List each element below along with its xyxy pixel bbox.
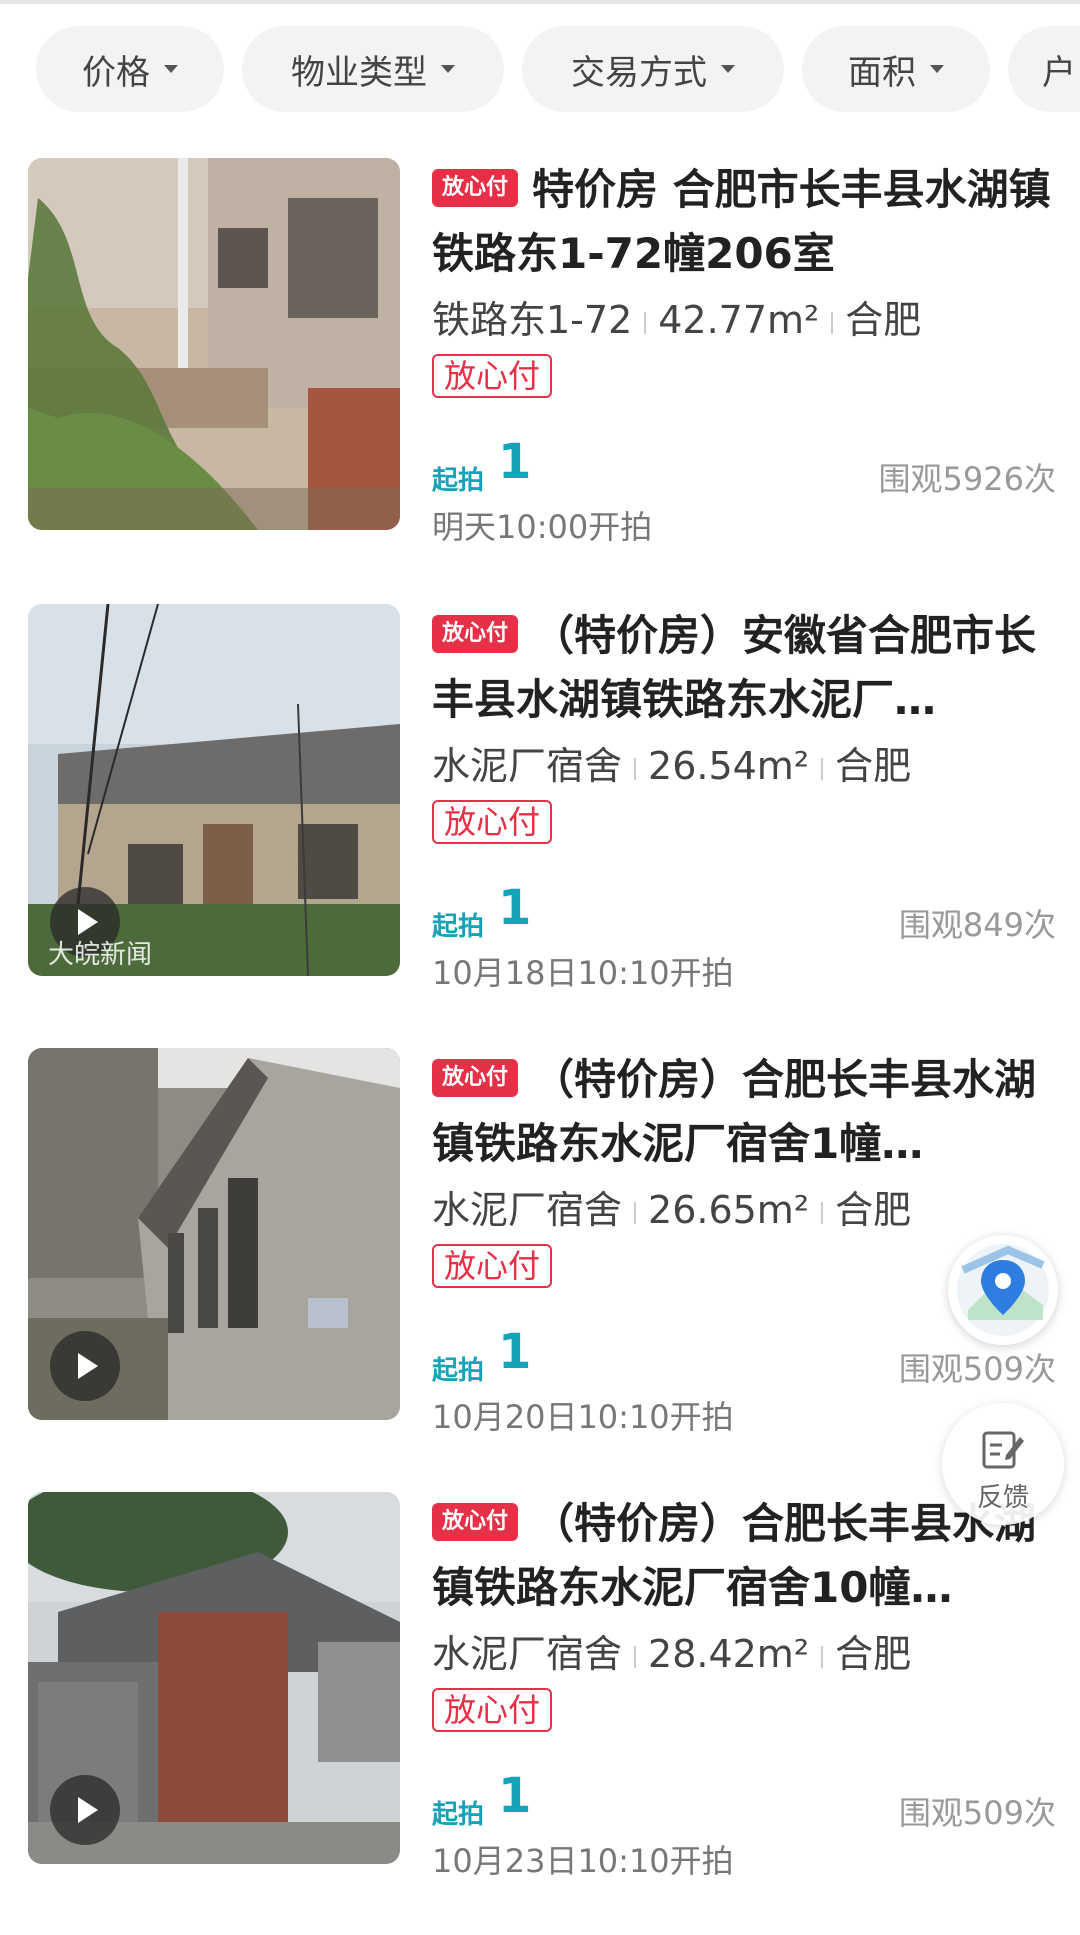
city: 合肥 <box>845 298 922 342</box>
listing-info: 放心付 （特价房）合肥长丰县水湖镇铁路东水泥厂宿舍10幢… 水泥厂宿舍 28.42m… <box>432 1492 1072 1880</box>
filter-label: 户 <box>1042 52 1076 93</box>
start-price-label: 起拍 <box>432 912 485 942</box>
auction-start-time: 明天10:00开拍 <box>432 508 653 546</box>
price-row: 起拍 1 围观509次 <box>432 1768 1072 1836</box>
feedback-label: 反馈 <box>976 1483 1029 1513</box>
listing-info: 放心付 特价房 合肥市长丰县水湖镇铁路东1-72幢206室 铁路东1-72 42.7… <box>432 158 1072 546</box>
caret-down-icon <box>930 65 944 73</box>
secure-pay-badge: 放心付 <box>432 354 553 398</box>
community-name: 水泥厂宿舍 <box>432 1632 623 1676</box>
start-price-value: 1 <box>498 434 532 490</box>
floor-area: 26.65m² <box>648 1188 810 1232</box>
divider <box>634 757 637 780</box>
divider <box>821 1645 824 1668</box>
auction-start-time: 10月23日10:10开拍 <box>432 1842 734 1880</box>
listing-item[interactable]: 放心付 特价房 合肥市长丰县水湖镇铁路东1-72幢206室 铁路东1-72 42.7… <box>28 158 1058 546</box>
secure-pay-badge: 放心付 <box>432 1688 553 1732</box>
community-name: 水泥厂宿舍 <box>432 744 623 788</box>
listing-meta: 水泥厂宿舍 28.42m² 合肥 <box>432 1626 1072 1682</box>
secure-pay-badge: 放心付 <box>432 800 553 844</box>
edit-note-icon <box>982 1431 1024 1469</box>
watermark-logo: 大皖新闻 <box>48 940 153 970</box>
start-price-value: 1 <box>498 1768 532 1824</box>
city: 合肥 <box>835 1188 912 1232</box>
divider <box>821 757 824 780</box>
community-name: 铁路东1-72 <box>432 298 633 342</box>
filter-label: 交易方式 <box>571 52 707 93</box>
divider <box>831 311 834 334</box>
secure-pay-tag: 放心付 <box>432 1502 519 1541</box>
listing-photo[interactable] <box>28 1048 400 1420</box>
start-price-label: 起拍 <box>432 466 485 496</box>
listing-item[interactable]: 放心付 （特价房）合肥长丰县水湖镇铁路东水泥厂宿舍1幢… 水泥厂宿舍 26.65m²… <box>28 1048 1058 1436</box>
filter-layout[interactable]: 户 <box>1008 26 1080 112</box>
price-row: 起拍 1 围观509次 <box>432 1324 1072 1392</box>
play-video-icon[interactable] <box>50 1331 120 1401</box>
floor-area: 42.77m² <box>658 298 820 342</box>
listing-title[interactable]: 放心付 特价房 合肥市长丰县水湖镇铁路东1-72幢206室 <box>432 158 1072 286</box>
listing-info: 放心付 （特价房）安徽省合肥市长丰县水湖镇铁路东水泥厂… 水泥厂宿舍 26.54m²… <box>432 604 1072 992</box>
filter-area[interactable]: 面积 <box>802 26 990 112</box>
listing-photo[interactable] <box>28 1492 400 1864</box>
floor-area: 26.54m² <box>648 744 810 788</box>
floor-area: 28.42m² <box>648 1632 810 1676</box>
listing-title[interactable]: 放心付 （特价房）合肥长丰县水湖镇铁路东水泥厂宿舍1幢… <box>432 1048 1072 1176</box>
top-divider <box>0 0 1080 4</box>
price-row: 起拍 1 围观849次 <box>432 880 1072 948</box>
divider <box>644 311 647 334</box>
listing-item[interactable]: 大皖新闻 放心付 （特价房）安徽省合肥市长丰县水湖镇铁路东水泥厂… 水泥厂宿舍 26… <box>28 604 1058 992</box>
view-count: 围观509次 <box>898 1794 1056 1832</box>
feedback-button[interactable]: 反馈 <box>942 1403 1064 1525</box>
divider <box>634 1645 637 1668</box>
start-price-label: 起拍 <box>432 1800 485 1830</box>
map-pin-icon <box>957 1244 1049 1336</box>
view-count: 围观849次 <box>898 906 1056 944</box>
listing-item[interactable]: 放心付 （特价房）合肥长丰县水湖镇铁路东水泥厂宿舍10幢… 水泥厂宿舍 28.42m… <box>28 1492 1058 1880</box>
price-row: 起拍 1 围观5926次 <box>432 434 1072 502</box>
city: 合肥 <box>835 1632 912 1676</box>
divider <box>821 1201 824 1224</box>
caret-down-icon <box>441 65 455 73</box>
listing-title[interactable]: 放心付 （特价房）安徽省合肥市长丰县水湖镇铁路东水泥厂… <box>432 604 1072 732</box>
start-price-label: 起拍 <box>432 1356 485 1386</box>
filter-label: 面积 <box>848 52 916 93</box>
filter-label: 物业类型 <box>291 52 427 93</box>
city: 合肥 <box>835 744 912 788</box>
start-price-value: 1 <box>498 1324 532 1380</box>
caret-down-icon <box>164 65 178 73</box>
secure-pay-badge: 放心付 <box>432 1244 553 1288</box>
filter-label: 价格 <box>82 52 150 93</box>
filter-property-type[interactable]: 物业类型 <box>242 26 504 112</box>
auction-start-time: 10月20日10:10开拍 <box>432 1398 734 1436</box>
filter-transaction-type[interactable]: 交易方式 <box>522 26 784 112</box>
filter-bar: 价格 物业类型 交易方式 面积 户 <box>36 26 1080 116</box>
caret-down-icon <box>721 65 735 73</box>
start-price-value: 1 <box>498 880 532 936</box>
auction-start-time: 10月18日10:10开拍 <box>432 954 734 992</box>
listing-meta: 水泥厂宿舍 26.65m² 合肥 <box>432 1182 1072 1238</box>
divider <box>634 1201 637 1224</box>
map-view-button[interactable] <box>948 1235 1058 1345</box>
secure-pay-tag: 放心付 <box>432 1058 519 1097</box>
listing-photo[interactable]: 大皖新闻 <box>28 604 400 976</box>
play-video-icon[interactable] <box>50 1775 120 1845</box>
listing-meta: 水泥厂宿舍 26.54m² 合肥 <box>432 738 1072 794</box>
listing-photo[interactable] <box>28 158 400 530</box>
filter-price[interactable]: 价格 <box>36 26 224 112</box>
view-count: 围观5926次 <box>878 460 1056 498</box>
view-count: 围观509次 <box>898 1350 1056 1388</box>
listing-meta: 铁路东1-72 42.77m² 合肥 <box>432 292 1072 348</box>
secure-pay-tag: 放心付 <box>432 168 519 207</box>
community-name: 水泥厂宿舍 <box>432 1188 623 1232</box>
secure-pay-tag: 放心付 <box>432 614 519 653</box>
